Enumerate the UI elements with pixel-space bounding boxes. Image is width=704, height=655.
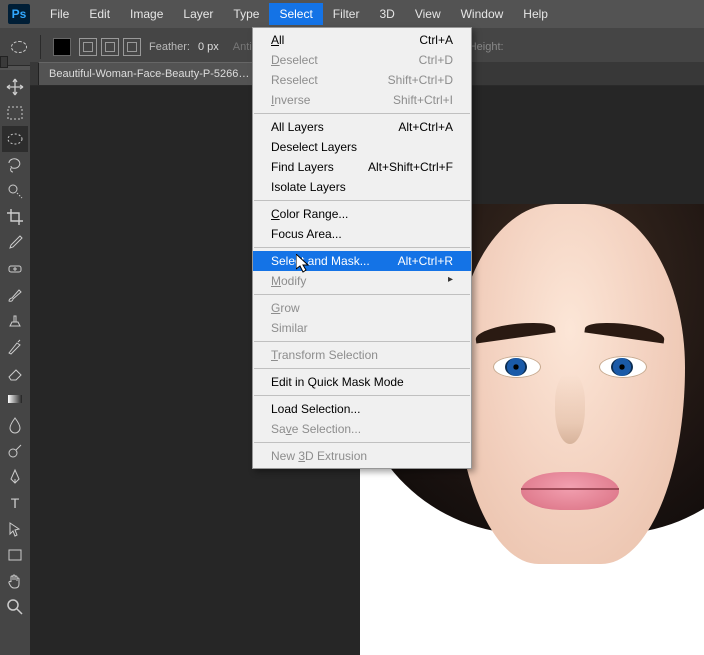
- feather-value[interactable]: 0 px: [198, 41, 219, 53]
- selection-intersect-icon[interactable]: [123, 38, 141, 56]
- menu-item-deselect-layers[interactable]: Deselect Layers: [253, 137, 471, 157]
- selection-add-icon[interactable]: [79, 38, 97, 56]
- path-select-tool[interactable]: [2, 516, 28, 542]
- menu-item-isolate-layers[interactable]: Isolate Layers: [253, 177, 471, 197]
- move-tool[interactable]: [2, 74, 28, 100]
- menu-item-all[interactable]: AllCtrl+A: [253, 30, 471, 50]
- menu-separator: [254, 247, 470, 248]
- crop-tool[interactable]: [2, 204, 28, 230]
- document-tab[interactable]: Beautiful-Woman-Face-Beauty-P-5266…: [38, 62, 260, 85]
- menu-separator: [254, 113, 470, 114]
- tool-preset-icon[interactable]: [10, 38, 28, 56]
- menu-3d[interactable]: 3D: [369, 3, 404, 25]
- rect-marquee-tool[interactable]: [2, 100, 28, 126]
- menu-item-deselect: DeselectCtrl+D: [253, 50, 471, 70]
- menu-item-similar: Similar: [253, 318, 471, 338]
- healing-brush-tool[interactable]: [2, 256, 28, 282]
- tools-panel: T: [0, 70, 30, 655]
- menu-separator: [254, 341, 470, 342]
- menu-item-focus-area[interactable]: Focus Area...: [253, 224, 471, 244]
- menu-file[interactable]: File: [40, 3, 79, 25]
- selection-mode-group: [79, 38, 141, 56]
- selection-mode-new-icon[interactable]: [53, 38, 71, 56]
- menu-image[interactable]: Image: [120, 3, 173, 25]
- menu-layer[interactable]: Layer: [173, 3, 223, 25]
- menu-item-new-3d-extrusion: New 3D Extrusion: [253, 446, 471, 466]
- menu-separator: [254, 200, 470, 201]
- menu-edit[interactable]: Edit: [79, 3, 120, 25]
- blur-tool[interactable]: [2, 412, 28, 438]
- menu-help[interactable]: Help: [513, 3, 558, 25]
- menu-item-transform-selection: Transform Selection: [253, 345, 471, 365]
- menu-item-all-layers[interactable]: All LayersAlt+Ctrl+A: [253, 117, 471, 137]
- zoom-tool[interactable]: [2, 594, 28, 620]
- gradient-tool[interactable]: [2, 386, 28, 412]
- menu-item-reselect: ReselectShift+Ctrl+D: [253, 70, 471, 90]
- menu-view[interactable]: View: [405, 3, 451, 25]
- menu-item-select-and-mask[interactable]: Select and Mask...Alt+Ctrl+R: [253, 251, 471, 271]
- type-tool[interactable]: T: [2, 490, 28, 516]
- app-logo: Ps: [8, 4, 30, 24]
- quick-select-tool[interactable]: [2, 178, 28, 204]
- ellipse-marquee-tool[interactable]: [2, 126, 28, 152]
- menu-item-inverse: InverseShift+Ctrl+I: [253, 90, 471, 110]
- menu-separator: [254, 442, 470, 443]
- menu-item-color-range[interactable]: Color Range...: [253, 204, 471, 224]
- dodge-tool[interactable]: [2, 438, 28, 464]
- svg-text:T: T: [11, 495, 20, 511]
- menubar: Ps FileEditImageLayerTypeSelectFilter3DV…: [0, 0, 704, 28]
- feather-label: Feather:: [149, 41, 190, 53]
- menu-item-find-layers[interactable]: Find LayersAlt+Shift+Ctrl+F: [253, 157, 471, 177]
- clone-stamp-tool[interactable]: [2, 308, 28, 334]
- select-menu-dropdown: AllCtrl+ADeselectCtrl+DReselectShift+Ctr…: [252, 27, 472, 469]
- menu-separator: [254, 395, 470, 396]
- menu-item-save-selection: Save Selection...: [253, 419, 471, 439]
- selection-subtract-icon[interactable]: [101, 38, 119, 56]
- divider: [40, 35, 41, 59]
- menu-filter[interactable]: Filter: [323, 3, 370, 25]
- rectangle-tool[interactable]: [2, 542, 28, 568]
- brush-tool[interactable]: [2, 282, 28, 308]
- menu-item-edit-in-quick-mask-mode[interactable]: Edit in Quick Mask Mode: [253, 372, 471, 392]
- eraser-tool[interactable]: [2, 360, 28, 386]
- menu-item-modify: Modify▸: [253, 271, 471, 291]
- lasso-tool[interactable]: [2, 152, 28, 178]
- menu-separator: [254, 368, 470, 369]
- menu-type[interactable]: Type: [223, 3, 269, 25]
- history-brush-tool[interactable]: [2, 334, 28, 360]
- eyedropper-tool[interactable]: [2, 230, 28, 256]
- height-label: Height:: [469, 41, 504, 53]
- menu-item-load-selection[interactable]: Load Selection...: [253, 399, 471, 419]
- pen-tool[interactable]: [2, 464, 28, 490]
- hand-tool[interactable]: [2, 568, 28, 594]
- menu-select[interactable]: Select: [269, 3, 322, 25]
- expand-handle-icon[interactable]: [0, 56, 8, 68]
- menu-separator: [254, 294, 470, 295]
- menu-window[interactable]: Window: [451, 3, 514, 25]
- menu-item-grow: Grow: [253, 298, 471, 318]
